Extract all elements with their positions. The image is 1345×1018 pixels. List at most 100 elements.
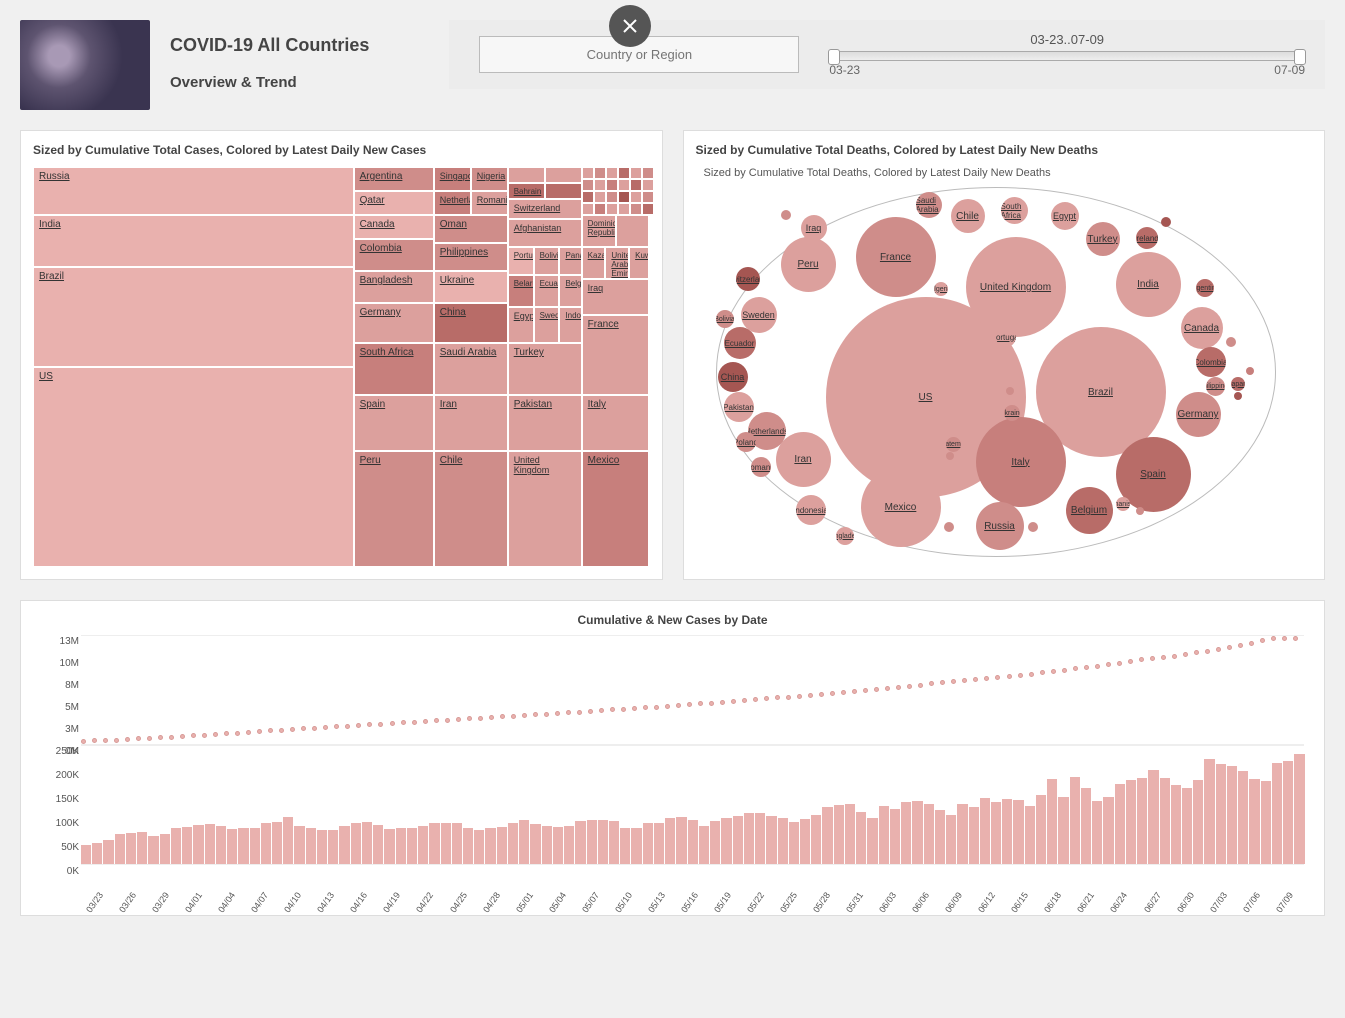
line-point[interactable] [929,681,934,686]
bar[interactable] [1148,770,1158,864]
line-point[interactable] [676,703,681,708]
treemap-cell[interactable]: Mexico [582,451,650,567]
line-point[interactable] [797,694,802,699]
bar[interactable] [407,828,417,864]
line-point[interactable] [632,706,637,711]
bar[interactable] [339,826,349,864]
bubble[interactable]: United Kingdom [966,237,1066,337]
line-point[interactable] [599,708,604,713]
bubble[interactable]: Russia [976,502,1024,550]
line-point[interactable] [1150,656,1155,661]
bar[interactable] [1249,779,1259,864]
line-point[interactable] [1062,668,1067,673]
line-point[interactable] [301,726,306,731]
bar[interactable] [294,826,304,864]
line-point[interactable] [235,731,240,736]
bar[interactable] [1227,766,1237,864]
line-point[interactable] [1271,636,1276,641]
bubble[interactable]: Ukraine [1004,405,1020,421]
line-point[interactable] [500,714,505,719]
bubble[interactable]: Chile [951,199,985,233]
line-point[interactable] [378,722,383,727]
line-point[interactable] [445,718,450,723]
bar[interactable] [834,805,844,864]
bubble[interactable] [944,522,954,532]
bar[interactable] [182,827,192,864]
treemap-cell[interactable]: Portugal [508,247,534,275]
bar[interactable] [1002,799,1012,864]
bar[interactable] [250,828,260,864]
line-point[interactable] [467,716,472,721]
bar[interactable] [452,823,462,864]
bar[interactable] [969,807,979,864]
bubble[interactable] [946,452,954,460]
line-point[interactable] [147,736,152,741]
bar[interactable] [216,826,226,864]
line-point[interactable] [764,696,769,701]
bubble[interactable]: Japan [1231,377,1245,391]
bar[interactable] [1036,795,1046,864]
treemap-cell[interactable]: Ecuador [534,275,560,307]
bubble[interactable]: Belgium [1066,487,1113,534]
bar[interactable] [81,845,91,864]
bubble[interactable] [1006,387,1014,395]
bubble[interactable]: Poland [736,432,756,452]
line-point[interactable] [973,677,978,682]
line-point[interactable] [390,721,395,726]
line-point[interactable] [1227,645,1232,650]
bar[interactable] [474,830,484,864]
bar[interactable] [676,817,686,864]
line-point[interactable] [1018,673,1023,678]
timeseries-chart[interactable]: 13M10M8M5M3M0M 250K200K150K100K50K0K 03/… [81,635,1304,895]
bar[interactable] [1294,754,1304,864]
bar[interactable] [1092,801,1102,864]
line-point[interactable] [1282,636,1287,641]
bar[interactable] [1171,785,1181,864]
line-point[interactable] [610,707,615,712]
treemap-cell[interactable]: Belarus [508,275,534,307]
bar[interactable] [924,804,934,864]
treemap-cell[interactable]: Argentina [354,167,434,191]
bubble[interactable]: Colombia [1196,347,1226,377]
line-point[interactable] [345,724,350,729]
line-point[interactable] [478,716,483,721]
treemap-cell[interactable]: Netherlands [434,191,471,215]
line-point[interactable] [246,730,251,735]
bar[interactable] [1182,788,1192,864]
bubble[interactable]: Afghanistan [1116,497,1130,511]
bar[interactable] [1216,764,1226,864]
bar[interactable] [1204,759,1214,864]
bar[interactable] [688,820,698,864]
bar[interactable] [1103,797,1113,864]
treemap-cell[interactable]: Indonesia [559,307,581,343]
treemap-cell[interactable]: Turkey [508,343,582,395]
bar[interactable] [631,828,641,864]
treemap-cell[interactable]: Pakistan [508,395,582,451]
bar[interactable] [912,801,922,864]
line-point[interactable] [456,717,461,722]
bubble[interactable]: Romania [751,457,771,477]
line-point[interactable] [323,725,328,730]
line-point[interactable] [1051,669,1056,674]
line-point[interactable] [1073,666,1078,671]
bar[interactable] [856,812,866,864]
line-point[interactable] [191,733,196,738]
line-point[interactable] [984,676,989,681]
bar[interactable] [1025,806,1035,864]
line-point[interactable] [224,731,229,736]
bubble[interactable] [781,210,791,220]
bar[interactable] [373,825,383,864]
bar[interactable] [879,806,889,864]
treemap-cell[interactable]: Kazakhstan [582,247,606,279]
treemap-cell[interactable]: US [33,367,354,567]
line-point[interactable] [1205,649,1210,654]
bar[interactable] [800,819,810,864]
line-point[interactable] [874,687,879,692]
bar[interactable] [193,825,203,864]
bar[interactable] [564,826,574,864]
line-point[interactable] [180,734,185,739]
bar[interactable] [1137,778,1147,864]
line-point[interactable] [213,732,218,737]
bar[interactable] [811,815,821,864]
bar[interactable] [441,823,451,864]
